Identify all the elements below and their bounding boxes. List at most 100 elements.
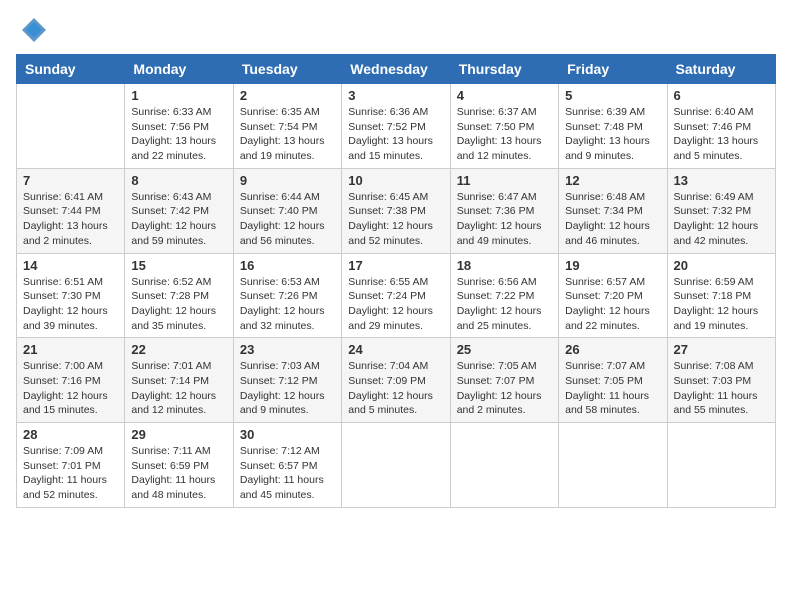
day-number: 25 bbox=[457, 342, 552, 357]
header-wednesday: Wednesday bbox=[342, 55, 450, 84]
day-info: Sunrise: 6:35 AMSunset: 7:54 PMDaylight:… bbox=[240, 105, 335, 164]
calendar-cell: 16 Sunrise: 6:53 AMSunset: 7:26 PMDaylig… bbox=[233, 253, 341, 338]
day-number: 22 bbox=[131, 342, 226, 357]
calendar-cell bbox=[559, 423, 667, 508]
day-number: 5 bbox=[565, 88, 660, 103]
day-number: 3 bbox=[348, 88, 443, 103]
page-header bbox=[16, 16, 776, 44]
day-info: Sunrise: 6:51 AMSunset: 7:30 PMDaylight:… bbox=[23, 275, 118, 334]
day-info: Sunrise: 6:48 AMSunset: 7:34 PMDaylight:… bbox=[565, 190, 660, 249]
calendar-cell: 25 Sunrise: 7:05 AMSunset: 7:07 PMDaylig… bbox=[450, 338, 558, 423]
header-tuesday: Tuesday bbox=[233, 55, 341, 84]
day-info: Sunrise: 6:53 AMSunset: 7:26 PMDaylight:… bbox=[240, 275, 335, 334]
day-info: Sunrise: 6:44 AMSunset: 7:40 PMDaylight:… bbox=[240, 190, 335, 249]
day-info: Sunrise: 6:57 AMSunset: 7:20 PMDaylight:… bbox=[565, 275, 660, 334]
day-info: Sunrise: 7:01 AMSunset: 7:14 PMDaylight:… bbox=[131, 359, 226, 418]
day-info: Sunrise: 7:03 AMSunset: 7:12 PMDaylight:… bbox=[240, 359, 335, 418]
day-number: 13 bbox=[674, 173, 769, 188]
day-number: 2 bbox=[240, 88, 335, 103]
day-info: Sunrise: 6:36 AMSunset: 7:52 PMDaylight:… bbox=[348, 105, 443, 164]
calendar-cell bbox=[17, 84, 125, 169]
day-info: Sunrise: 6:59 AMSunset: 7:18 PMDaylight:… bbox=[674, 275, 769, 334]
day-number: 29 bbox=[131, 427, 226, 442]
calendar-header-row: SundayMondayTuesdayWednesdayThursdayFrid… bbox=[17, 55, 776, 84]
day-number: 14 bbox=[23, 258, 118, 273]
calendar-cell: 15 Sunrise: 6:52 AMSunset: 7:28 PMDaylig… bbox=[125, 253, 233, 338]
day-info: Sunrise: 6:39 AMSunset: 7:48 PMDaylight:… bbox=[565, 105, 660, 164]
calendar-cell: 11 Sunrise: 6:47 AMSunset: 7:36 PMDaylig… bbox=[450, 168, 558, 253]
calendar-week-2: 7 Sunrise: 6:41 AMSunset: 7:44 PMDayligh… bbox=[17, 168, 776, 253]
day-number: 28 bbox=[23, 427, 118, 442]
day-number: 20 bbox=[674, 258, 769, 273]
calendar-cell: 28 Sunrise: 7:09 AMSunset: 7:01 PMDaylig… bbox=[17, 423, 125, 508]
day-info: Sunrise: 6:52 AMSunset: 7:28 PMDaylight:… bbox=[131, 275, 226, 334]
day-number: 4 bbox=[457, 88, 552, 103]
day-number: 11 bbox=[457, 173, 552, 188]
calendar-cell: 8 Sunrise: 6:43 AMSunset: 7:42 PMDayligh… bbox=[125, 168, 233, 253]
calendar-cell: 4 Sunrise: 6:37 AMSunset: 7:50 PMDayligh… bbox=[450, 84, 558, 169]
calendar-cell: 30 Sunrise: 7:12 AMSunset: 6:57 PMDaylig… bbox=[233, 423, 341, 508]
calendar-cell: 10 Sunrise: 6:45 AMSunset: 7:38 PMDaylig… bbox=[342, 168, 450, 253]
day-info: Sunrise: 6:45 AMSunset: 7:38 PMDaylight:… bbox=[348, 190, 443, 249]
calendar-cell: 24 Sunrise: 7:04 AMSunset: 7:09 PMDaylig… bbox=[342, 338, 450, 423]
day-info: Sunrise: 6:37 AMSunset: 7:50 PMDaylight:… bbox=[457, 105, 552, 164]
calendar-cell: 26 Sunrise: 7:07 AMSunset: 7:05 PMDaylig… bbox=[559, 338, 667, 423]
day-info: Sunrise: 6:47 AMSunset: 7:36 PMDaylight:… bbox=[457, 190, 552, 249]
calendar-cell: 17 Sunrise: 6:55 AMSunset: 7:24 PMDaylig… bbox=[342, 253, 450, 338]
day-info: Sunrise: 7:07 AMSunset: 7:05 PMDaylight:… bbox=[565, 359, 660, 418]
calendar-cell: 27 Sunrise: 7:08 AMSunset: 7:03 PMDaylig… bbox=[667, 338, 775, 423]
day-number: 18 bbox=[457, 258, 552, 273]
calendar-cell: 18 Sunrise: 6:56 AMSunset: 7:22 PMDaylig… bbox=[450, 253, 558, 338]
calendar-cell: 9 Sunrise: 6:44 AMSunset: 7:40 PMDayligh… bbox=[233, 168, 341, 253]
day-info: Sunrise: 6:40 AMSunset: 7:46 PMDaylight:… bbox=[674, 105, 769, 164]
day-info: Sunrise: 6:55 AMSunset: 7:24 PMDaylight:… bbox=[348, 275, 443, 334]
day-number: 12 bbox=[565, 173, 660, 188]
day-number: 15 bbox=[131, 258, 226, 273]
calendar-week-1: 1 Sunrise: 6:33 AMSunset: 7:56 PMDayligh… bbox=[17, 84, 776, 169]
calendar-cell bbox=[450, 423, 558, 508]
day-number: 17 bbox=[348, 258, 443, 273]
day-number: 10 bbox=[348, 173, 443, 188]
day-number: 27 bbox=[674, 342, 769, 357]
header-monday: Monday bbox=[125, 55, 233, 84]
day-number: 1 bbox=[131, 88, 226, 103]
header-sunday: Sunday bbox=[17, 55, 125, 84]
day-info: Sunrise: 6:41 AMSunset: 7:44 PMDaylight:… bbox=[23, 190, 118, 249]
day-number: 19 bbox=[565, 258, 660, 273]
calendar-cell: 13 Sunrise: 6:49 AMSunset: 7:32 PMDaylig… bbox=[667, 168, 775, 253]
header-friday: Friday bbox=[559, 55, 667, 84]
calendar-cell: 14 Sunrise: 6:51 AMSunset: 7:30 PMDaylig… bbox=[17, 253, 125, 338]
calendar-week-3: 14 Sunrise: 6:51 AMSunset: 7:30 PMDaylig… bbox=[17, 253, 776, 338]
calendar-cell: 7 Sunrise: 6:41 AMSunset: 7:44 PMDayligh… bbox=[17, 168, 125, 253]
day-info: Sunrise: 7:08 AMSunset: 7:03 PMDaylight:… bbox=[674, 359, 769, 418]
calendar-cell: 21 Sunrise: 7:00 AMSunset: 7:16 PMDaylig… bbox=[17, 338, 125, 423]
day-number: 21 bbox=[23, 342, 118, 357]
day-number: 6 bbox=[674, 88, 769, 103]
day-number: 8 bbox=[131, 173, 226, 188]
day-info: Sunrise: 6:33 AMSunset: 7:56 PMDaylight:… bbox=[131, 105, 226, 164]
calendar-cell: 29 Sunrise: 7:11 AMSunset: 6:59 PMDaylig… bbox=[125, 423, 233, 508]
logo bbox=[16, 16, 48, 44]
day-number: 16 bbox=[240, 258, 335, 273]
day-info: Sunrise: 7:11 AMSunset: 6:59 PMDaylight:… bbox=[131, 444, 226, 503]
calendar-cell: 3 Sunrise: 6:36 AMSunset: 7:52 PMDayligh… bbox=[342, 84, 450, 169]
day-number: 23 bbox=[240, 342, 335, 357]
calendar-cell: 12 Sunrise: 6:48 AMSunset: 7:34 PMDaylig… bbox=[559, 168, 667, 253]
calendar-cell: 6 Sunrise: 6:40 AMSunset: 7:46 PMDayligh… bbox=[667, 84, 775, 169]
day-number: 30 bbox=[240, 427, 335, 442]
day-number: 7 bbox=[23, 173, 118, 188]
calendar-cell: 23 Sunrise: 7:03 AMSunset: 7:12 PMDaylig… bbox=[233, 338, 341, 423]
calendar-cell: 20 Sunrise: 6:59 AMSunset: 7:18 PMDaylig… bbox=[667, 253, 775, 338]
header-saturday: Saturday bbox=[667, 55, 775, 84]
day-info: Sunrise: 7:04 AMSunset: 7:09 PMDaylight:… bbox=[348, 359, 443, 418]
calendar-week-5: 28 Sunrise: 7:09 AMSunset: 7:01 PMDaylig… bbox=[17, 423, 776, 508]
day-info: Sunrise: 6:49 AMSunset: 7:32 PMDaylight:… bbox=[674, 190, 769, 249]
calendar-cell: 22 Sunrise: 7:01 AMSunset: 7:14 PMDaylig… bbox=[125, 338, 233, 423]
day-info: Sunrise: 7:05 AMSunset: 7:07 PMDaylight:… bbox=[457, 359, 552, 418]
calendar-week-4: 21 Sunrise: 7:00 AMSunset: 7:16 PMDaylig… bbox=[17, 338, 776, 423]
day-info: Sunrise: 6:43 AMSunset: 7:42 PMDaylight:… bbox=[131, 190, 226, 249]
day-info: Sunrise: 7:00 AMSunset: 7:16 PMDaylight:… bbox=[23, 359, 118, 418]
day-info: Sunrise: 7:12 AMSunset: 6:57 PMDaylight:… bbox=[240, 444, 335, 503]
header-thursday: Thursday bbox=[450, 55, 558, 84]
calendar-cell: 2 Sunrise: 6:35 AMSunset: 7:54 PMDayligh… bbox=[233, 84, 341, 169]
